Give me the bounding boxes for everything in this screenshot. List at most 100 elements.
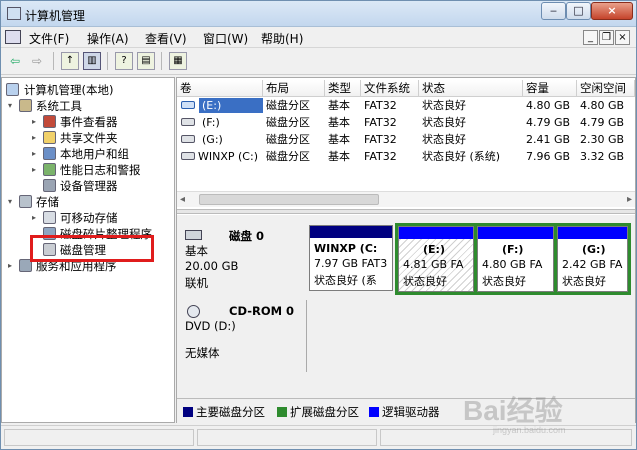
cdrom-name: CD-ROM 0 [229, 304, 295, 318]
table-cell: FAT32 [364, 116, 397, 129]
details-pane: 卷 布局 类型 文件系统 状态 容量 空闲空间 (E:) 磁盘分区 基本 FAT… [176, 77, 636, 423]
column-header-filesystem[interactable]: 文件系统 [361, 80, 419, 97]
up-folder-icon[interactable]: ↑ [61, 52, 79, 70]
legend-label: 扩展磁盘分区 [290, 405, 359, 419]
column-header-free-space[interactable]: 空闲空间 [577, 80, 635, 97]
collapse-arrow-icon[interactable]: ▸ [32, 118, 39, 126]
menu-view[interactable]: 查看(V) [145, 30, 187, 47]
partition-size: 4.81 GB FA [403, 258, 464, 271]
column-header-volume[interactable]: 卷 [177, 80, 263, 97]
hard-disk-icon [185, 230, 202, 240]
volume-icon [181, 118, 195, 126]
logical-drive-f[interactable]: (F:) 4.80 GB FA 状态良好 [477, 226, 554, 292]
cdrom-0-info[interactable]: CD-ROM 0 DVD (D:) 无媒体 [179, 301, 306, 371]
table-cell: 基本 [328, 99, 350, 112]
table-cell: 磁盘分区 [266, 150, 310, 163]
logical-drive-e[interactable]: (E:) 4.81 GB FA 状态良好 [398, 226, 474, 292]
primary-partition-bar [310, 226, 392, 238]
performance-icon [43, 163, 56, 176]
partition-name: (G:) [582, 243, 606, 256]
table-cell: 4.79 GB [526, 116, 571, 129]
show-tree-icon[interactable]: ▥ [83, 52, 101, 70]
tree-label: 设备管理器 [60, 179, 118, 193]
tree-label: 存储 [36, 195, 59, 209]
removable-storage-icon [43, 211, 56, 224]
computer-management-icon [7, 7, 21, 20]
toolbar-separator [107, 52, 108, 70]
table-row[interactable]: (E:) 磁盘分区 基本 FAT32 状态良好 4.80 GB 4.80 GB [177, 97, 635, 114]
table-cell: (F:) [202, 116, 220, 129]
mdi-close-button[interactable]: × [615, 30, 630, 45]
disk-0-type: 基本 [185, 244, 208, 258]
status-segment [4, 429, 194, 446]
computer-icon [6, 83, 19, 96]
menu-help[interactable]: 帮助(H) [261, 30, 303, 47]
partition-name: (F:) [502, 243, 524, 256]
table-cell: 4.80 GB [580, 99, 625, 112]
cdrom-empty-area[interactable] [306, 300, 633, 372]
volume-list: 卷 布局 类型 文件系统 状态 容量 空闲空间 (E:) 磁盘分区 基本 FAT… [177, 78, 635, 208]
properties-icon[interactable]: ▤ [137, 52, 155, 70]
table-row[interactable]: (F:) 磁盘分区 基本 FAT32 状态良好 4.79 GB 4.79 GB [177, 114, 635, 131]
watermark-url: jingyan.baidu.com [493, 425, 566, 435]
cdrom-icon [187, 305, 200, 318]
menu-window[interactable]: 窗口(W) [203, 30, 248, 47]
partition-size: 4.80 GB FA [482, 258, 543, 271]
table-row[interactable]: (G:) 磁盘分区 基本 FAT32 状态良好 2.41 GB 2.30 GB [177, 131, 635, 148]
collapse-arrow-icon[interactable]: ▸ [32, 134, 39, 142]
table-cell: 3.32 GB [580, 150, 625, 163]
pane-splitter[interactable] [177, 209, 635, 214]
collapse-arrow-icon[interactable]: ▸ [32, 214, 39, 222]
shared-folder-icon [43, 131, 56, 144]
scrollbar-thumb[interactable] [199, 194, 379, 205]
disk-0-info[interactable]: 磁盘 0 基本 20.00 GB 联机 [179, 223, 306, 293]
help-icon[interactable]: ? [115, 52, 133, 70]
extended-partition: (E:) 4.81 GB FA 状态良好 (F:) 4.80 GB FA 状态良… [395, 223, 631, 295]
partition-c[interactable]: WINXP (C: 7.97 GB FAT3 状态良好 (系 [309, 225, 393, 291]
logical-drive-g[interactable]: (G:) 2.42 GB FA 状态良好 [557, 226, 628, 292]
table-cell: 状态良好 [422, 133, 466, 146]
logical-drive-bar [399, 227, 473, 239]
scroll-left-icon[interactable]: ◂ [180, 194, 185, 205]
mdi-restore-button[interactable]: ❐ [599, 30, 614, 45]
mmc-console-icon[interactable] [5, 30, 21, 44]
menu-file[interactable]: 文件(F) [29, 30, 69, 47]
horizontal-scrollbar[interactable]: ◂ ▸ [177, 191, 635, 207]
collapse-arrow-icon[interactable]: ▸ [32, 150, 39, 158]
legend-label: 主要磁盘分区 [196, 405, 265, 419]
mdi-minimize-button[interactable]: _ [583, 30, 598, 45]
column-header-capacity[interactable]: 容量 [523, 80, 577, 97]
legend-primary: 主要磁盘分区 [183, 404, 265, 420]
volume-icon [181, 135, 195, 143]
partition-name: (E:) [423, 243, 445, 256]
close-button[interactable]: × [591, 2, 633, 20]
legend-swatch [183, 407, 193, 417]
maximize-button[interactable]: □ [566, 2, 591, 20]
back-arrow-icon[interactable]: ⇦ [7, 53, 23, 69]
column-header-type[interactable]: 类型 [325, 80, 361, 97]
table-cell: (G:) [202, 133, 223, 146]
table-cell: 状态良好 [422, 116, 466, 129]
partition-status: 状态良好 [403, 275, 447, 288]
scroll-right-icon[interactable]: ▸ [627, 194, 632, 205]
minimize-button[interactable]: ‒ [541, 2, 566, 20]
logical-drive-bar [478, 227, 553, 239]
table-cell: 磁盘分区 [266, 133, 310, 146]
highlight-box [30, 235, 154, 262]
forward-arrow-icon[interactable]: ⇨ [29, 53, 45, 69]
column-header-layout[interactable]: 布局 [263, 80, 325, 97]
expand-arrow-icon[interactable]: ▾ [8, 198, 15, 206]
expand-arrow-icon[interactable]: ▾ [8, 102, 15, 110]
window-title: 计算机管理 [25, 9, 86, 23]
column-header-status[interactable]: 状态 [419, 80, 523, 97]
partition-status: 状态良好 (系 [314, 274, 377, 287]
disk-settings-icon[interactable]: ▦ [169, 52, 187, 70]
collapse-arrow-icon[interactable]: ▸ [8, 262, 15, 270]
table-cell: 基本 [328, 116, 350, 129]
collapse-arrow-icon[interactable]: ▸ [32, 166, 39, 174]
legend-extended: 扩展磁盘分区 [277, 404, 359, 420]
table-cell: 磁盘分区 [266, 99, 310, 112]
storage-icon [19, 195, 32, 208]
menu-action[interactable]: 操作(A) [87, 30, 129, 47]
table-row[interactable]: WINXP (C:) 磁盘分区 基本 FAT32 状态良好 (系统) 7.96 … [177, 148, 635, 165]
